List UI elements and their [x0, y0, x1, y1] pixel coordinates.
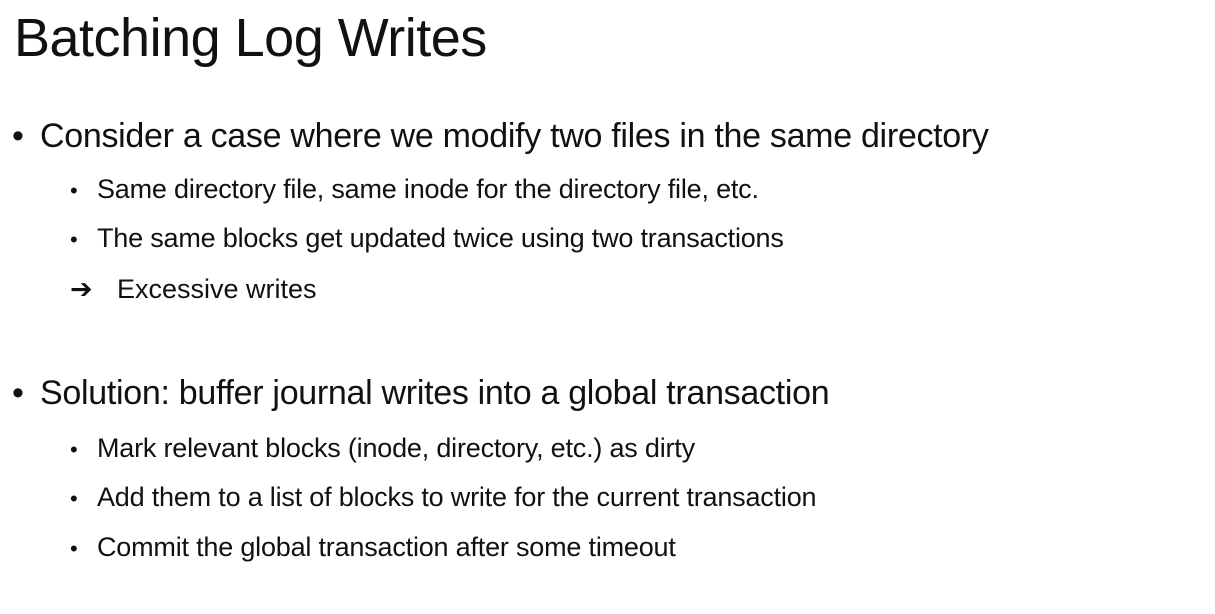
subbullet-text: Mark relevant blocks (inode, directory, … — [97, 433, 695, 463]
slide: Batching Log Writes • Consider a case whe… — [0, 0, 1215, 614]
subbullet-same-directory: • Same directory file, same inode for the… — [70, 172, 759, 208]
arrow-excessive-writes: ➔ Excessive writes — [70, 272, 317, 306]
sub-bullet-dot: • — [70, 536, 78, 561]
arrow-text: Excessive writes — [117, 274, 317, 304]
subbullet-text: Commit the global transaction after some… — [97, 532, 676, 562]
bullet-text: Solution: buffer journal writes into a g… — [40, 374, 830, 412]
bullet-dot: • — [12, 374, 24, 412]
bullet-consider-case: • Consider a case where we modify two fil… — [12, 115, 989, 157]
subbullet-same-blocks: • The same blocks get updated twice using… — [70, 221, 784, 257]
subbullet-text: Add them to a list of blocks to write fo… — [97, 482, 817, 512]
subbullet-add-list: • Add them to a list of blocks to write f… — [70, 480, 817, 516]
subbullet-mark-dirty: • Mark relevant blocks (inode, directory,… — [70, 431, 695, 467]
bullet-text: Consider a case where we modify two file… — [40, 117, 989, 155]
bullet-solution: • Solution: buffer journal writes into a … — [12, 372, 830, 414]
sub-bullet-dot: • — [70, 178, 78, 203]
subbullet-commit-timeout: • Commit the global transaction after som… — [70, 530, 676, 566]
subbullet-text: Same directory file, same inode for the … — [97, 174, 759, 204]
right-arrow-icon: ➔ — [70, 274, 93, 304]
sub-bullet-dot: • — [70, 486, 78, 511]
slide-title: Batching Log Writes — [14, 8, 487, 68]
sub-bullet-dot: • — [70, 437, 78, 462]
sub-bullet-dot: • — [70, 227, 78, 252]
bullet-dot: • — [12, 117, 24, 155]
subbullet-text: The same blocks get updated twice using … — [97, 223, 784, 253]
